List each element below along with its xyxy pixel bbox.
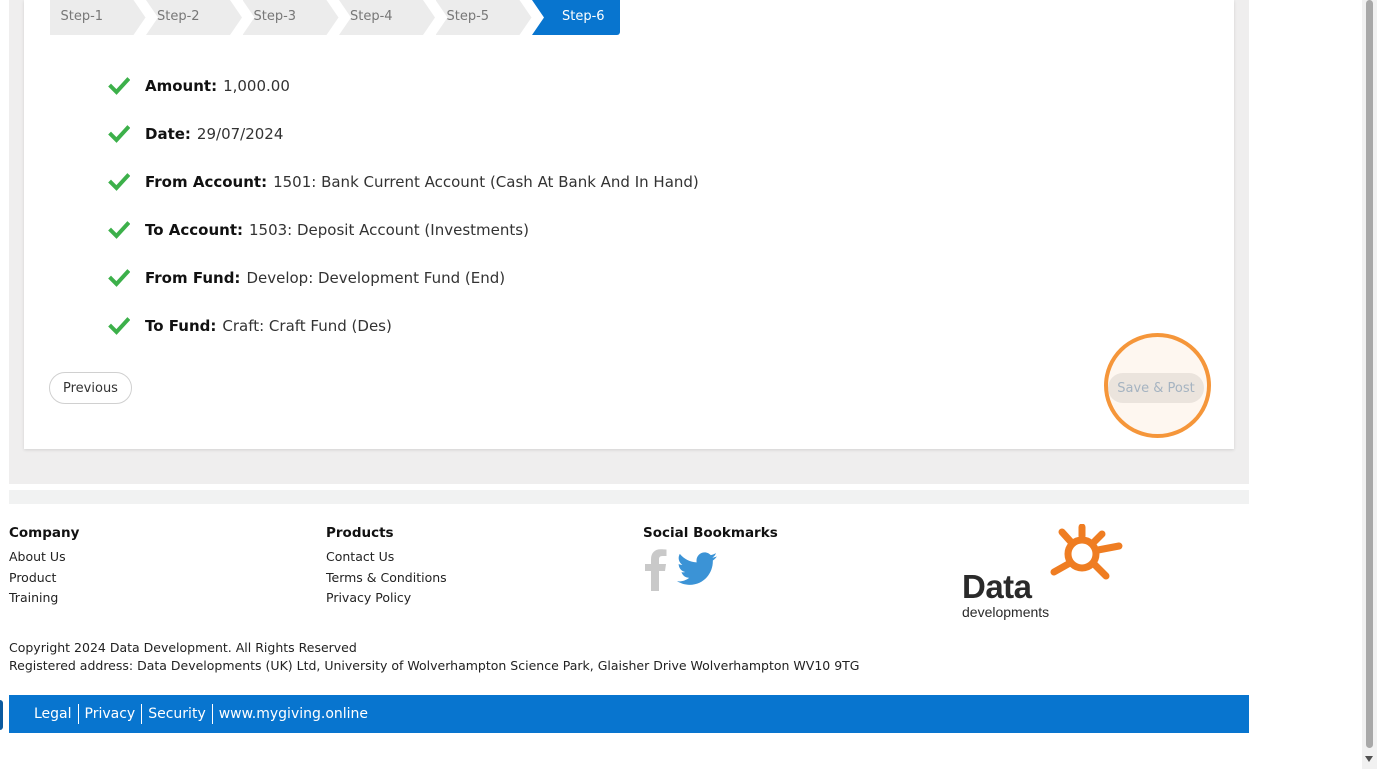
social-icons <box>643 547 778 595</box>
twitter-icon[interactable] <box>677 552 717 590</box>
step-1-tab[interactable]: Step-1 <box>49 0 146 35</box>
summary-label: From Fund: <box>145 269 241 287</box>
copyright-text: Copyright 2024 Data Development. All Rig… <box>9 640 357 655</box>
legal-link[interactable]: Legal <box>28 704 78 724</box>
step-5-tab[interactable]: Step-5 <box>435 0 532 35</box>
step-2-tab[interactable]: Step-2 <box>146 0 242 35</box>
vertical-scrollbar[interactable] <box>1362 0 1377 769</box>
step-tracker: Step-1 Step-2 Step-3 Step-4 Step-5 Step-… <box>49 0 620 35</box>
summary-row-amount: Amount: 1,000.00 <box>108 62 699 110</box>
summary-row-from-fund: From Fund: Develop: Development Fund (En… <box>108 254 699 302</box>
footer-social: Social Bookmarks <box>643 525 778 595</box>
footer-link-terms[interactable]: Terms & Conditions <box>326 568 447 589</box>
summary-row-date: Date: 29/07/2024 <box>108 110 699 158</box>
step-6-tab[interactable]: Step-6 <box>532 0 620 35</box>
summary-value: 1503: Deposit Account (Investments) <box>249 221 529 239</box>
data-developments-logo: Data developments <box>960 524 1130 624</box>
copyright-block: Copyright 2024 Data Development. All Rig… <box>9 639 859 675</box>
summary-row-to-fund: To Fund: Craft: Craft Fund (Des) <box>108 302 699 350</box>
side-handle[interactable] <box>0 700 3 730</box>
summary-row-to-account: To Account: 1503: Deposit Account (Inves… <box>108 206 699 254</box>
summary-label: To Fund: <box>145 317 217 335</box>
check-icon <box>108 267 130 289</box>
summary-value: Craft: Craft Fund (Des) <box>222 317 392 335</box>
summary-list: Amount: 1,000.00 Date: 29/07/2024 From A… <box>108 62 699 350</box>
summary-value: 1501: Bank Current Account (Cash At Bank… <box>273 173 699 191</box>
check-icon <box>108 75 130 97</box>
footer-link-product[interactable]: Product <box>9 568 79 589</box>
footer-heading: Company <box>9 525 80 541</box>
footer-link-training[interactable]: Training <box>9 588 79 609</box>
security-link[interactable]: Security <box>142 704 212 724</box>
facebook-icon[interactable] <box>643 547 669 595</box>
footer-products: Products Contact Us Terms & Conditions P… <box>326 525 447 609</box>
logo-sun-mark-icon <box>1050 524 1123 580</box>
check-icon <box>108 123 130 145</box>
check-icon <box>108 219 130 241</box>
step-3-tab[interactable]: Step-3 <box>242 0 339 35</box>
summary-label: Amount: <box>145 77 218 95</box>
summary-value: 1,000.00 <box>223 77 290 95</box>
scroll-down-arrow-icon[interactable] <box>1365 756 1373 762</box>
summary-label: Date: <box>145 125 191 143</box>
scrollbar-thumb[interactable] <box>1366 0 1373 748</box>
step-4-tab[interactable]: Step-4 <box>339 0 435 35</box>
footer-link-about-us[interactable]: About Us <box>9 547 79 568</box>
footer-link-privacy-policy[interactable]: Privacy Policy <box>326 588 447 609</box>
previous-button[interactable]: Previous <box>49 372 132 404</box>
summary-label: From Account: <box>145 173 268 191</box>
footer-heading: Products <box>326 525 394 541</box>
logo-word: Data <box>962 568 1032 605</box>
website-link[interactable]: www.mygiving.online <box>213 704 374 724</box>
summary-value: Develop: Development Fund (End) <box>246 269 506 287</box>
footer-divider <box>9 490 1249 504</box>
registered-address: Registered address: Data Developments (U… <box>9 658 860 673</box>
summary-value: 29/07/2024 <box>196 125 284 143</box>
footer-company: Company About Us Product Training <box>9 525 79 609</box>
check-icon <box>108 315 130 337</box>
check-icon <box>108 171 130 193</box>
bottom-link-bar: Legal Privacy Security www.mygiving.onli… <box>9 695 1249 733</box>
summary-row-from-account: From Account: 1501: Bank Current Account… <box>108 158 699 206</box>
save-post-button[interactable]: Save & Post <box>1108 373 1204 403</box>
footer-heading: Social Bookmarks <box>643 525 778 541</box>
footer-link-contact-us[interactable]: Contact Us <box>326 547 447 568</box>
privacy-link[interactable]: Privacy <box>79 704 142 724</box>
logo-subtitle: developments <box>962 604 1050 620</box>
summary-label: To Account: <box>145 221 243 239</box>
